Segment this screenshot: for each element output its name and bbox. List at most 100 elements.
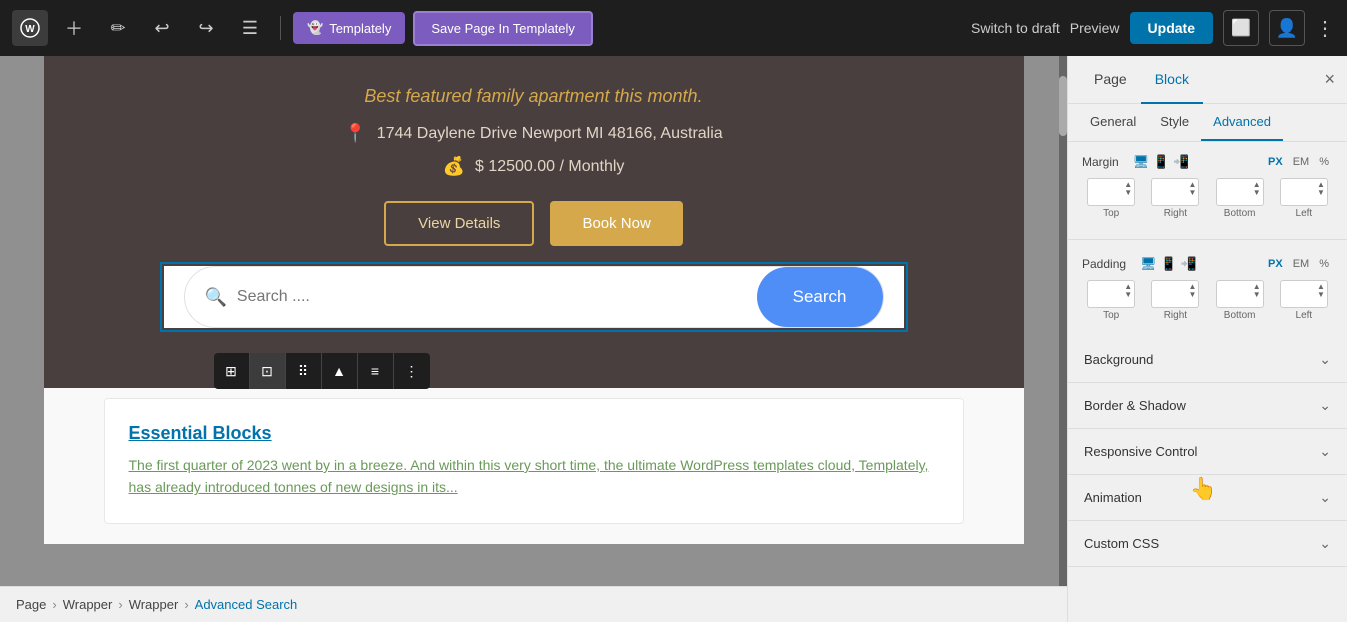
margin-bottom-down[interactable]: ▼	[1253, 189, 1261, 197]
mobile-icon[interactable]: 📲	[1173, 154, 1189, 170]
add-block-button[interactable]: ＋	[56, 10, 92, 46]
border-shadow-header[interactable]: Border & Shadow ⌄	[1068, 383, 1347, 428]
padding-top-arrows[interactable]: ▲ ▼	[1124, 283, 1132, 299]
padding-right-down[interactable]: ▼	[1188, 291, 1196, 299]
tablet-icon[interactable]: 📱	[1153, 154, 1169, 170]
subtab-advanced[interactable]: Advanced	[1201, 104, 1283, 141]
margin-right-group: ▲ ▼ Right	[1146, 178, 1204, 219]
block-move-icon[interactable]: ⊡	[250, 353, 286, 389]
margin-right-down[interactable]: ▼	[1188, 189, 1196, 197]
custom-css-header[interactable]: Custom CSS ⌄	[1068, 521, 1347, 566]
block-align-icon[interactable]: ≡	[358, 353, 394, 389]
templately-button[interactable]: 👻 Templately	[293, 12, 405, 44]
subtab-style[interactable]: Style	[1148, 104, 1201, 141]
preview-button[interactable]: Preview	[1070, 20, 1120, 36]
margin-bottom-arrows[interactable]: ▲ ▼	[1253, 181, 1261, 197]
unit-px-padding[interactable]: PX	[1264, 257, 1287, 271]
divider-1	[1068, 239, 1347, 240]
book-now-button[interactable]: Book Now	[550, 201, 682, 246]
unit-tabs-margin: PX EM %	[1264, 155, 1333, 169]
margin-right-label: Right	[1164, 208, 1187, 219]
padding-left-down[interactable]: ▼	[1317, 291, 1325, 299]
mobile-icon-padding[interactable]: 📲	[1181, 256, 1197, 272]
canvas-content: Best featured family apartment this mont…	[44, 56, 1024, 544]
margin-label: Margin 🖥 📱 📲 PX EM %	[1082, 154, 1333, 170]
padding-top-down[interactable]: ▼	[1124, 291, 1132, 299]
save-templately-button[interactable]: Save Page In Templately	[413, 11, 593, 46]
padding-top-input[interactable]: ▲ ▼	[1087, 280, 1135, 308]
margin-right-arrows[interactable]: ▲ ▼	[1188, 181, 1196, 197]
templately-label: Templately	[329, 21, 391, 36]
tablet-icon-padding[interactable]: 📱	[1161, 256, 1177, 272]
background-title: Background	[1084, 352, 1153, 367]
more-options-button[interactable]: ⋮	[1315, 16, 1335, 41]
search-button[interactable]: Search	[757, 267, 883, 327]
switch-draft-button[interactable]: Switch to draft	[971, 20, 1060, 36]
block-dots-icon[interactable]: ⠿	[286, 353, 322, 389]
breadcrumb-sep-2: ›	[118, 597, 122, 612]
margin-bottom-input[interactable]: ▲ ▼	[1216, 178, 1264, 206]
margin-top-input[interactable]: ▲ ▼	[1087, 178, 1135, 206]
unit-percent-margin[interactable]: %	[1315, 155, 1333, 169]
padding-right-input[interactable]: ▲ ▼	[1151, 280, 1199, 308]
wp-logo[interactable]: W	[12, 10, 48, 46]
padding-left-group: ▲ ▼ Left	[1275, 280, 1333, 321]
margin-top-down[interactable]: ▼	[1124, 189, 1132, 197]
unit-px-margin[interactable]: PX	[1264, 155, 1287, 169]
margin-right-input[interactable]: ▲ ▼	[1151, 178, 1199, 206]
sub-tabs: General Style Advanced	[1068, 104, 1347, 142]
background-header[interactable]: Background ⌄	[1068, 337, 1347, 382]
padding-right-group: ▲ ▼ Right	[1146, 280, 1204, 321]
breadcrumb-wrapper-1[interactable]: Wrapper	[63, 597, 113, 612]
redo-button[interactable]: ↪	[188, 10, 224, 46]
desktop-icon-padding[interactable]: 🖥	[1140, 256, 1157, 272]
padding-bottom-arrows[interactable]: ▲ ▼	[1253, 283, 1261, 299]
block-type-icon[interactable]: ⊞	[214, 353, 250, 389]
update-button[interactable]: Update	[1130, 12, 1213, 44]
padding-top-group: ▲ ▼ Top	[1082, 280, 1140, 321]
animation-header[interactable]: Animation ⌄	[1068, 475, 1347, 520]
responsive-control-header[interactable]: Responsive Control ⌄	[1068, 429, 1347, 474]
search-input[interactable]	[237, 288, 757, 306]
breadcrumb-advanced-search[interactable]: Advanced Search	[195, 597, 298, 612]
tab-page[interactable]: Page	[1080, 56, 1141, 104]
location-text: 1744 Daylene Drive Newport MI 48166, Aus…	[377, 125, 723, 143]
margin-top-arrows[interactable]: ▲ ▼	[1124, 181, 1132, 197]
responsive-control-chevron-icon: ⌄	[1319, 443, 1331, 460]
search-block: 🔍 Search	[164, 266, 904, 328]
list-view-button[interactable]: ☰	[232, 10, 268, 46]
edit-tool-button[interactable]: ✏	[100, 10, 136, 46]
unit-em-padding[interactable]: EM	[1289, 257, 1314, 271]
undo-button[interactable]: ↩	[144, 10, 180, 46]
blog-title[interactable]: Essential Blocks	[129, 423, 939, 444]
padding-left-input[interactable]: ▲ ▼	[1280, 280, 1328, 308]
view-details-button[interactable]: View Details	[384, 201, 534, 246]
responsive-control-section: Responsive Control ⌄	[1068, 429, 1347, 475]
breadcrumb-page[interactable]: Page	[16, 597, 46, 612]
responsive-control-title: Responsive Control	[1084, 444, 1197, 459]
padding-right-arrows[interactable]: ▲ ▼	[1188, 283, 1196, 299]
subtab-general[interactable]: General	[1078, 104, 1148, 141]
unit-em-margin[interactable]: EM	[1289, 155, 1314, 169]
padding-bottom-input[interactable]: ▲ ▼	[1216, 280, 1264, 308]
padding-section: Padding 🖥 📱 📲 PX EM % ▲ ▼	[1068, 244, 1347, 337]
margin-left-input[interactable]: ▲ ▼	[1280, 178, 1328, 206]
desktop-icon[interactable]: 🖥	[1133, 154, 1150, 170]
padding-right-label: Right	[1164, 310, 1187, 321]
breadcrumb-wrapper-2[interactable]: Wrapper	[129, 597, 179, 612]
btn-row: ⊞ ⊡ ⠿ ▲ ≡ ⋮ View Details Book Now	[104, 201, 964, 246]
panel-close-button[interactable]: ×	[1324, 69, 1335, 90]
block-more-icon[interactable]: ⋮	[394, 353, 430, 389]
canvas-scrollbar[interactable]	[1059, 56, 1067, 586]
padding-left-arrows[interactable]: ▲ ▼	[1317, 283, 1325, 299]
block-up-icon[interactable]: ▲	[322, 353, 358, 389]
padding-bottom-down[interactable]: ▼	[1253, 291, 1261, 299]
margin-left-arrows[interactable]: ▲ ▼	[1317, 181, 1325, 197]
profile-button[interactable]: 👤	[1269, 10, 1305, 46]
unit-percent-padding[interactable]: %	[1315, 257, 1333, 271]
layout-mode-button[interactable]: ⬜	[1223, 10, 1259, 46]
margin-left-down[interactable]: ▼	[1317, 189, 1325, 197]
scrollbar-thumb[interactable]	[1059, 76, 1067, 136]
location-icon: 📍	[344, 123, 366, 144]
tab-block[interactable]: Block	[1141, 56, 1203, 104]
